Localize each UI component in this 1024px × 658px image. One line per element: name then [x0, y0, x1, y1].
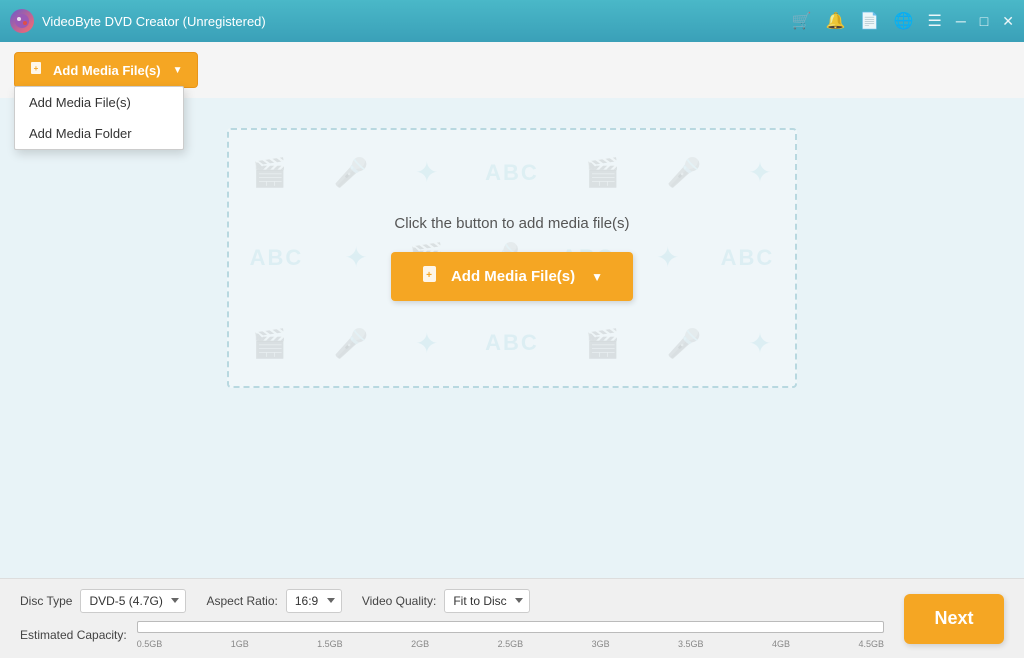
aspect-ratio-label: Aspect Ratio: — [206, 594, 277, 608]
video-quality-label: Video Quality: — [362, 594, 437, 608]
add-media-center-arrow: ▼ — [591, 270, 603, 284]
add-media-icon: + — [29, 60, 45, 80]
title-bar-controls: 🛒 🔔 📄 🌐 ☰ ─ □ ✕ — [792, 11, 1014, 31]
document-icon[interactable]: 📄 — [860, 11, 880, 31]
drop-zone-content: Click the button to add media file(s) + … — [391, 215, 633, 301]
tick-0: 0.5GB — [137, 639, 163, 649]
tick-8: 4.5GB — [858, 639, 884, 649]
disc-type-group: Disc Type DVD-5 (4.7G) DVD-9 (8.5G) — [20, 589, 186, 613]
notification-icon[interactable]: 🔔 — [826, 11, 846, 31]
main-area: + Add Media File(s) ▼ Add Media File(s) … — [0, 42, 1024, 578]
minimize-icon[interactable]: ─ — [956, 13, 966, 29]
svg-text:+: + — [426, 270, 432, 281]
video-quality-select[interactable]: Fit to Disc High Medium Low — [444, 589, 530, 613]
tick-2: 1.5GB — [317, 639, 343, 649]
tick-6: 3.5GB — [678, 639, 704, 649]
tick-3: 2GB — [411, 639, 429, 649]
tick-5: 3GB — [592, 639, 610, 649]
disc-type-label: Disc Type — [20, 594, 72, 608]
drop-zone-label: Click the button to add media file(s) — [394, 215, 629, 232]
capacity-tick-row: 0.5GB 1GB 1.5GB 2GB 2.5GB 3GB 3.5GB 4GB … — [137, 637, 884, 649]
aspect-ratio-group: Aspect Ratio: 16:9 4:3 — [206, 589, 341, 613]
dropdown-item-files[interactable]: Add Media File(s) — [15, 87, 183, 118]
globe-icon[interactable]: 🌐 — [894, 11, 914, 31]
capacity-row: Estimated Capacity: 0.5GB 1GB 1.5GB 2GB … — [20, 621, 884, 649]
tick-7: 4GB — [772, 639, 790, 649]
dropdown-item-folder[interactable]: Add Media Folder — [15, 118, 183, 149]
svg-text:+: + — [34, 64, 39, 73]
add-media-center-button[interactable]: + Add Media File(s) ▼ — [391, 252, 633, 301]
maximize-icon[interactable]: □ — [980, 13, 988, 29]
add-media-arrow: ▼ — [173, 65, 183, 76]
aspect-ratio-select[interactable]: 16:9 4:3 — [286, 589, 342, 613]
menu-icon[interactable]: ☰ — [928, 11, 942, 31]
drop-zone: 🎬 🎤 ✦ ABC 🎬 🎤 ✦ ABC ✦ 🎬 🎤 ABC ✦ ABC 🎬 🎤 — [227, 128, 797, 388]
title-bar-left: VideoByte DVD Creator (Unregistered) — [10, 9, 266, 33]
add-media-center-label: Add Media File(s) — [451, 268, 575, 285]
title-bar: VideoByte DVD Creator (Unregistered) 🛒 🔔… — [0, 0, 1024, 42]
add-media-label: Add Media File(s) — [53, 63, 161, 78]
estimated-capacity-label: Estimated Capacity: — [20, 628, 127, 642]
capacity-bar — [137, 621, 884, 633]
bottom-settings: Disc Type DVD-5 (4.7G) DVD-9 (8.5G) Aspe… — [20, 589, 884, 649]
cart-icon[interactable]: 🛒 — [792, 11, 812, 31]
add-media-button[interactable]: + Add Media File(s) ▼ — [14, 52, 198, 88]
settings-row: Disc Type DVD-5 (4.7G) DVD-9 (8.5G) Aspe… — [20, 589, 884, 613]
bottom-bar: Disc Type DVD-5 (4.7G) DVD-9 (8.5G) Aspe… — [0, 578, 1024, 658]
add-media-center-icon: + — [421, 264, 441, 289]
disc-type-select[interactable]: DVD-5 (4.7G) DVD-9 (8.5G) — [80, 589, 186, 613]
toolbar: + Add Media File(s) ▼ Add Media File(s) … — [0, 42, 1024, 98]
app-logo — [10, 9, 34, 33]
close-icon[interactable]: ✕ — [1002, 13, 1014, 30]
next-button[interactable]: Next — [904, 594, 1004, 644]
tick-1: 1GB — [231, 639, 249, 649]
tick-4: 2.5GB — [498, 639, 524, 649]
capacity-section: 0.5GB 1GB 1.5GB 2GB 2.5GB 3GB 3.5GB 4GB … — [137, 621, 884, 649]
add-media-dropdown: Add Media File(s) Add Media Folder — [14, 86, 184, 150]
video-quality-group: Video Quality: Fit to Disc High Medium L… — [362, 589, 531, 613]
app-title: VideoByte DVD Creator (Unregistered) — [42, 14, 266, 29]
